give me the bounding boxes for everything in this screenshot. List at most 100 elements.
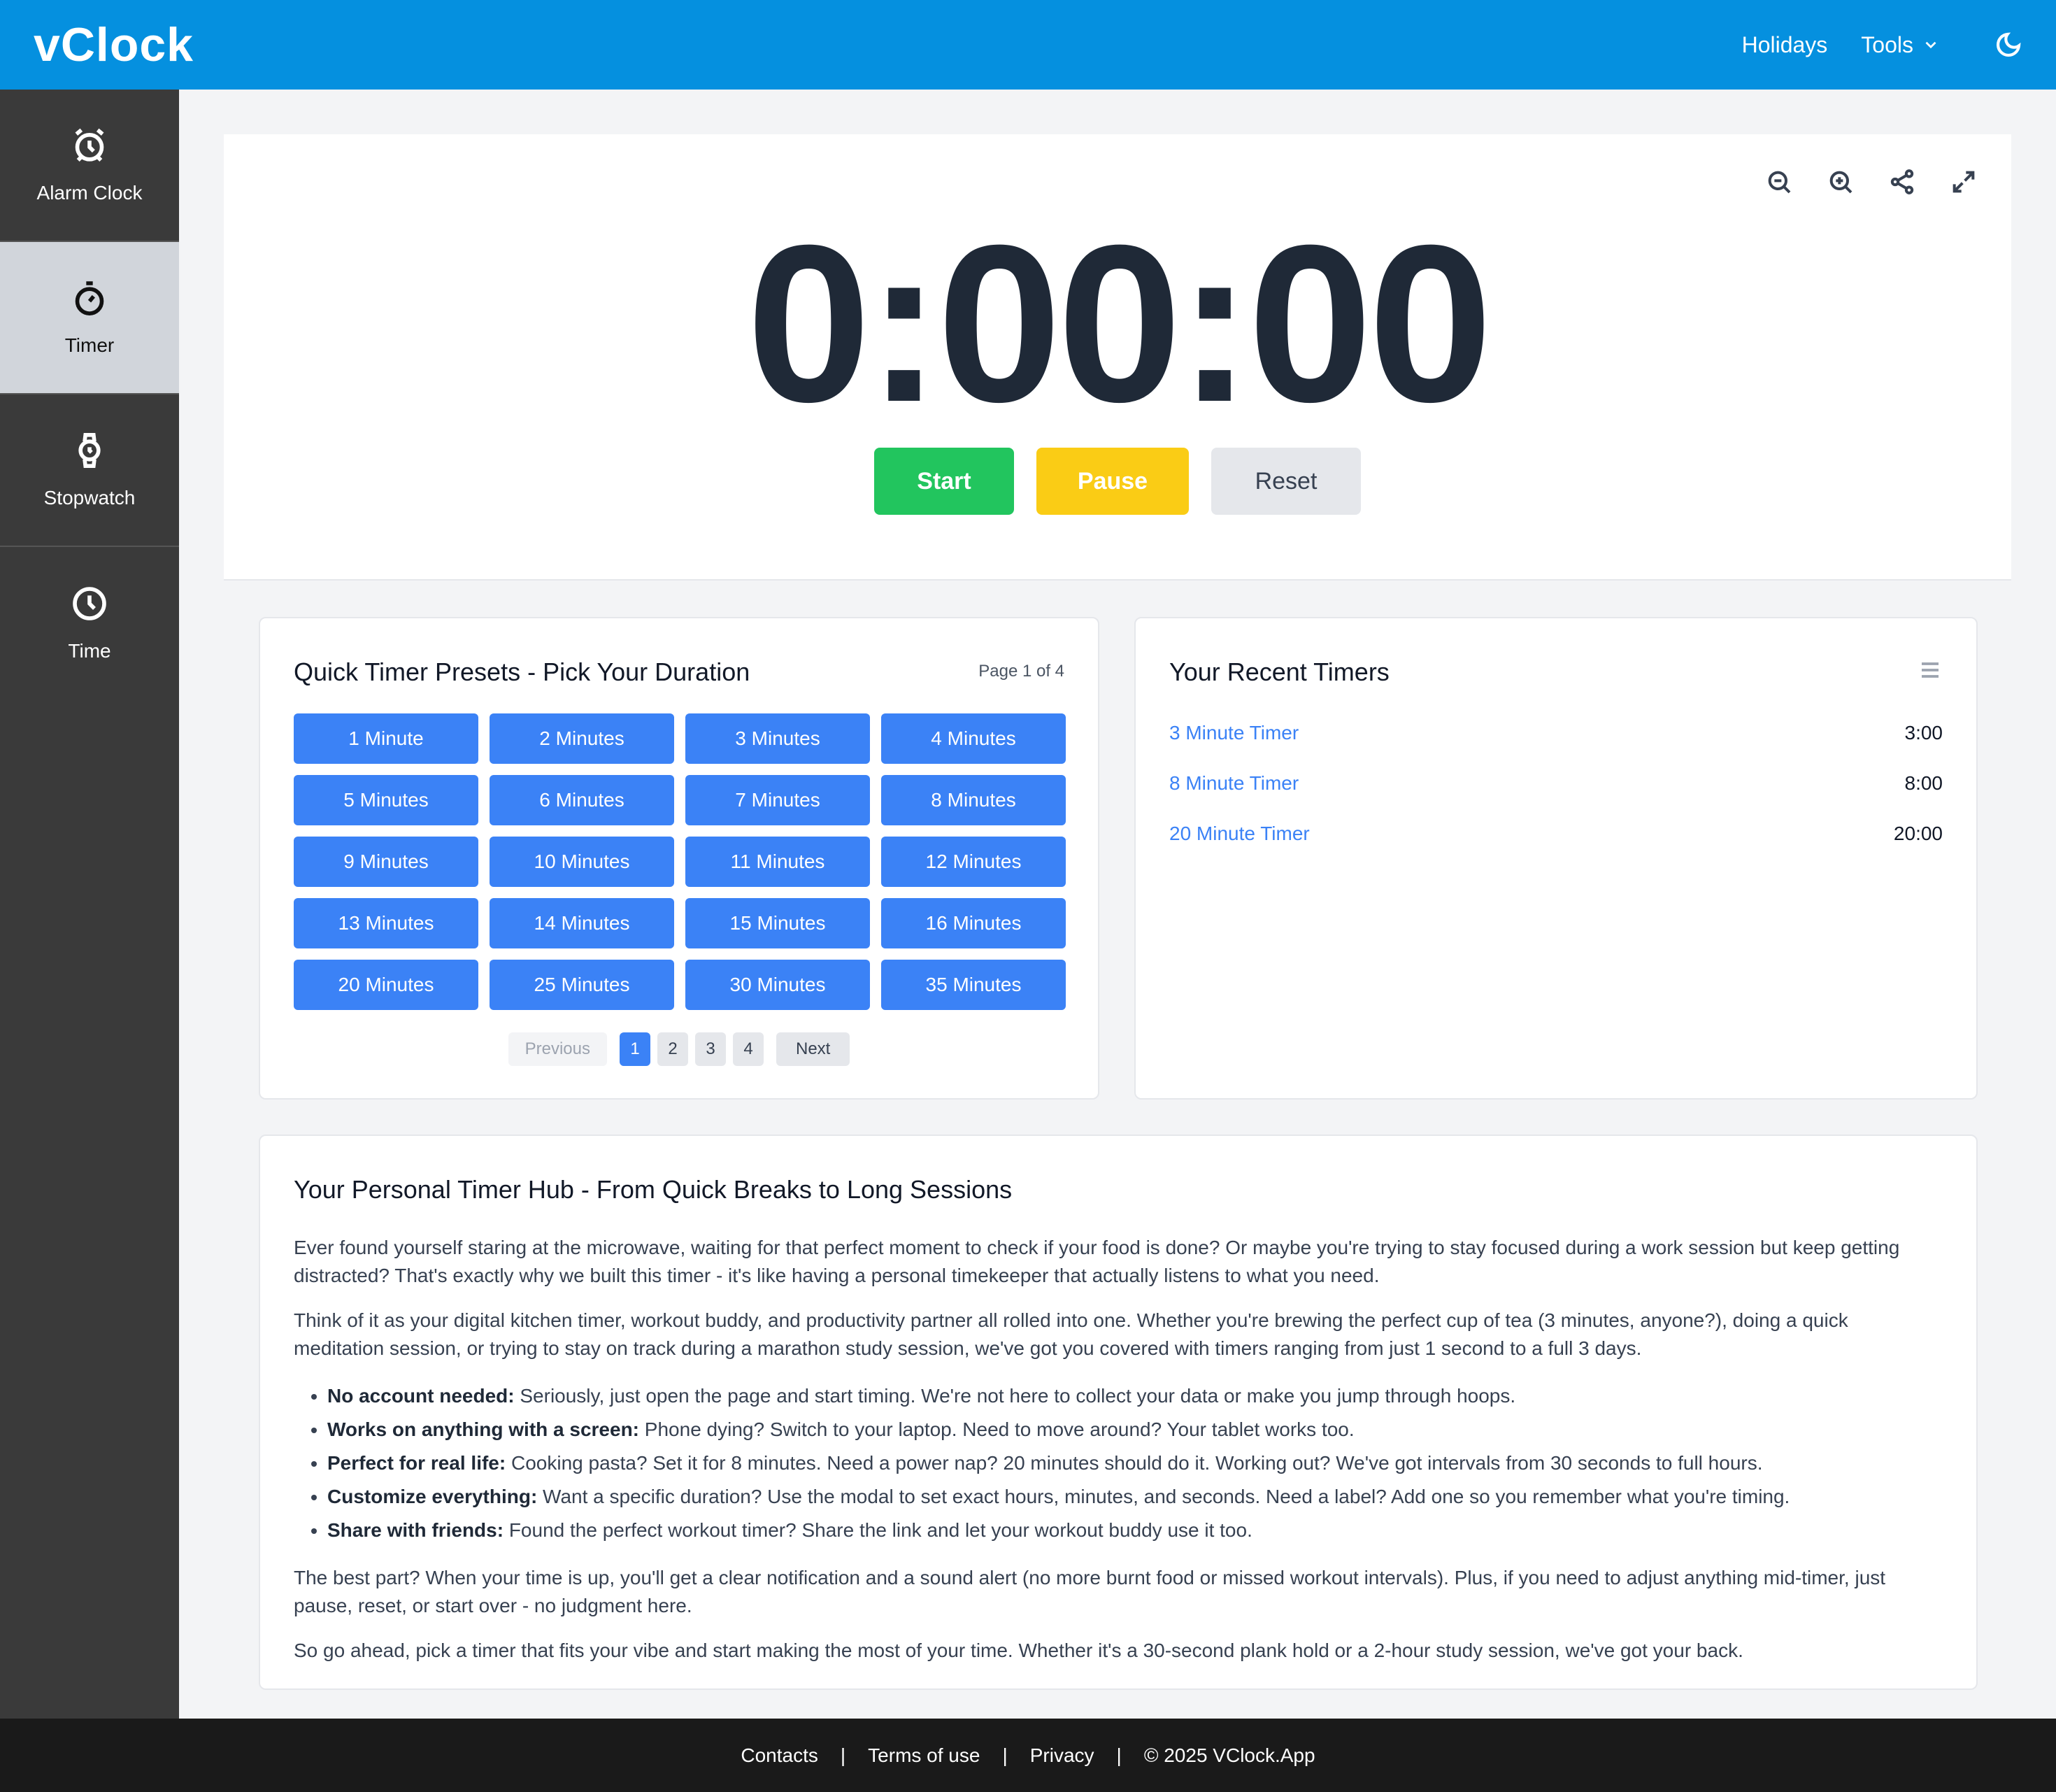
preset-button[interactable]: 15 Minutes xyxy=(685,898,870,948)
preset-grid: 1 Minute 2 Minutes 3 Minutes 4 Minutes 5 Min… xyxy=(294,713,1067,1010)
list-item: 3 Minute Timer 3:00 xyxy=(1169,722,1943,772)
footer: Contacts | Terms of use | Privacy | © 20… xyxy=(0,1719,2056,1792)
zoom-out-icon xyxy=(1768,171,1791,194)
sidebar-item-timer[interactable]: Timer xyxy=(0,242,179,394)
sidebar-item-label: Time xyxy=(68,640,111,662)
recent-title: Your Recent Timers xyxy=(1169,657,1390,686)
presets-title: Quick Timer Presets - Pick Your Duration xyxy=(294,657,750,686)
zoom-in-button[interactable] xyxy=(1824,165,1857,199)
zoom-in-icon xyxy=(1829,171,1852,194)
preset-button[interactable]: 8 Minutes xyxy=(881,775,1066,825)
stopwatch-icon xyxy=(78,433,101,468)
sidebar-item-stopwatch[interactable]: Stopwatch xyxy=(0,394,179,547)
preset-button[interactable]: 13 Minutes xyxy=(294,898,478,948)
nav-tools[interactable]: Tools xyxy=(1861,32,1940,58)
list-item: Customize everything: Want a specific du… xyxy=(327,1480,1943,1514)
list-item: 20 Minute Timer 20:00 xyxy=(1169,823,1943,873)
article-panel: Your Personal Timer Hub - From Quick Bre… xyxy=(259,1135,1978,1690)
footer-separator: | xyxy=(1002,1744,1008,1766)
alarm-clock-icon xyxy=(75,128,104,162)
preset-button[interactable]: 25 Minutes xyxy=(490,960,674,1010)
article-paragraph: The best part? When your time is up, you… xyxy=(294,1567,1886,1616)
logo[interactable]: vClock xyxy=(34,17,194,72)
list-item: No account needed: Seriously, just open … xyxy=(327,1379,1943,1413)
preset-button[interactable]: 30 Minutes xyxy=(685,960,870,1010)
list-item: 8 Minute Timer 8:00 xyxy=(1169,772,1943,823)
footer-copyright: © 2025 VClock.App xyxy=(1143,1744,1315,1766)
moon-icon xyxy=(1996,32,2021,57)
top-header: vClock Holidays Tools xyxy=(0,0,2056,90)
preset-button[interactable]: 6 Minutes xyxy=(490,775,674,825)
zoom-out-button[interactable] xyxy=(1762,165,1796,199)
preset-button[interactable]: 35 Minutes xyxy=(881,960,1066,1010)
sidebar-item-label: Stopwatch xyxy=(43,487,136,509)
preset-button[interactable]: 4 Minutes xyxy=(881,713,1066,764)
preset-button[interactable]: 10 Minutes xyxy=(490,837,674,887)
preset-button[interactable]: 16 Minutes xyxy=(881,898,1066,948)
recent-list: 3 Minute Timer 3:00 8 Minute Timer 8:00 … xyxy=(1169,722,1943,873)
recent-timer-duration: 8:00 xyxy=(1904,772,1943,794)
chevron-down-icon xyxy=(1925,41,1936,49)
sidebar-item-label: Alarm Clock xyxy=(36,182,143,204)
feature-text: Phone dying? Switch to your laptop. Need… xyxy=(639,1418,1355,1440)
article-paragraph: Ever found yourself staring at the micro… xyxy=(294,1237,1900,1286)
pagination-page-1[interactable]: 1 xyxy=(620,1032,650,1066)
feature-label: Customize everything: xyxy=(327,1486,538,1507)
reset-button[interactable]: Reset xyxy=(1211,448,1361,515)
nav-tools-label: Tools xyxy=(1861,31,1913,57)
feature-list: No account needed: Seriously, just open … xyxy=(327,1379,1943,1547)
presets-panel: Quick Timer Presets - Pick Your Duration… xyxy=(259,617,1099,1100)
footer-separator: | xyxy=(840,1744,846,1766)
timer-icon xyxy=(75,281,104,315)
sidebar-item-alarm-clock[interactable]: Alarm Clock xyxy=(0,90,179,242)
feature-label: Share with friends: xyxy=(327,1519,504,1541)
sidebar-item-time[interactable]: Time xyxy=(0,547,179,699)
expand-icon xyxy=(1953,171,1975,193)
preset-button[interactable]: 9 Minutes xyxy=(294,837,478,887)
pagination-page-3[interactable]: 3 xyxy=(695,1032,726,1066)
pagination-page-2[interactable]: 2 xyxy=(657,1032,688,1066)
timer-card: 0:00:00 Start Pause Reset xyxy=(224,134,2011,581)
feature-text: Found the perfect workout timer? Share t… xyxy=(504,1519,1252,1541)
pause-button[interactable]: Pause xyxy=(1036,448,1189,515)
recent-timer-link[interactable]: 20 Minute Timer xyxy=(1169,823,1310,845)
feature-label: Works on anything with a screen: xyxy=(327,1418,640,1440)
pagination-page-4[interactable]: 4 xyxy=(733,1032,764,1066)
pagination-next[interactable]: Next xyxy=(776,1032,850,1066)
footer-contacts-link[interactable]: Contacts xyxy=(741,1744,818,1767)
recent-timer-link[interactable]: 8 Minute Timer xyxy=(1169,772,1299,795)
nav-holidays[interactable]: Holidays xyxy=(1742,32,1828,58)
timer-tools xyxy=(1762,165,1980,199)
list-item: Share with friends: Found the perfect wo… xyxy=(327,1514,1943,1547)
theme-toggle[interactable] xyxy=(1994,31,2022,59)
feature-label: No account needed: xyxy=(327,1385,515,1407)
fullscreen-button[interactable] xyxy=(1947,165,1980,199)
recent-timer-link[interactable]: 3 Minute Timer xyxy=(1169,722,1299,744)
preset-button[interactable]: 5 Minutes xyxy=(294,775,478,825)
feature-text: Cooking pasta? Set it for 8 minutes. Nee… xyxy=(506,1452,1763,1474)
footer-privacy-link[interactable]: Privacy xyxy=(1030,1744,1094,1767)
time-display: 0:00:00 xyxy=(746,198,1493,448)
list-item: Works on anything with a screen: Phone d… xyxy=(327,1413,1943,1446)
preset-button[interactable]: 3 Minutes xyxy=(685,713,870,764)
start-button[interactable]: Start xyxy=(874,448,1014,515)
sidebar-item-label: Timer xyxy=(64,334,115,356)
preset-button[interactable]: 20 Minutes xyxy=(294,960,478,1010)
share-button[interactable] xyxy=(1885,165,1919,199)
share-icon xyxy=(1890,169,1914,194)
preset-button[interactable]: 1 Minute xyxy=(294,713,478,764)
footer-terms-link[interactable]: Terms of use xyxy=(868,1744,980,1767)
preset-button[interactable]: 14 Minutes xyxy=(490,898,674,948)
preset-button[interactable]: 11 Minutes xyxy=(685,837,870,887)
recent-timers-panel: Your Recent Timers 3 Minute Timer 3:00 8… xyxy=(1134,617,1978,1100)
preset-button[interactable]: 12 Minutes xyxy=(881,837,1066,887)
recent-timer-duration: 20:00 xyxy=(1893,823,1943,844)
pagination: Previous 1 2 3 4 Next xyxy=(260,1032,1098,1066)
timer-controls: Start Pause Reset xyxy=(224,448,2011,515)
recent-menu-button[interactable] xyxy=(1918,657,1943,686)
pagination-previous[interactable]: Previous xyxy=(508,1032,607,1066)
preset-button[interactable]: 7 Minutes xyxy=(685,775,870,825)
preset-button[interactable]: 2 Minutes xyxy=(490,713,674,764)
top-nav: Holidays Tools xyxy=(1742,31,2022,59)
menu-icon xyxy=(1922,662,1939,678)
